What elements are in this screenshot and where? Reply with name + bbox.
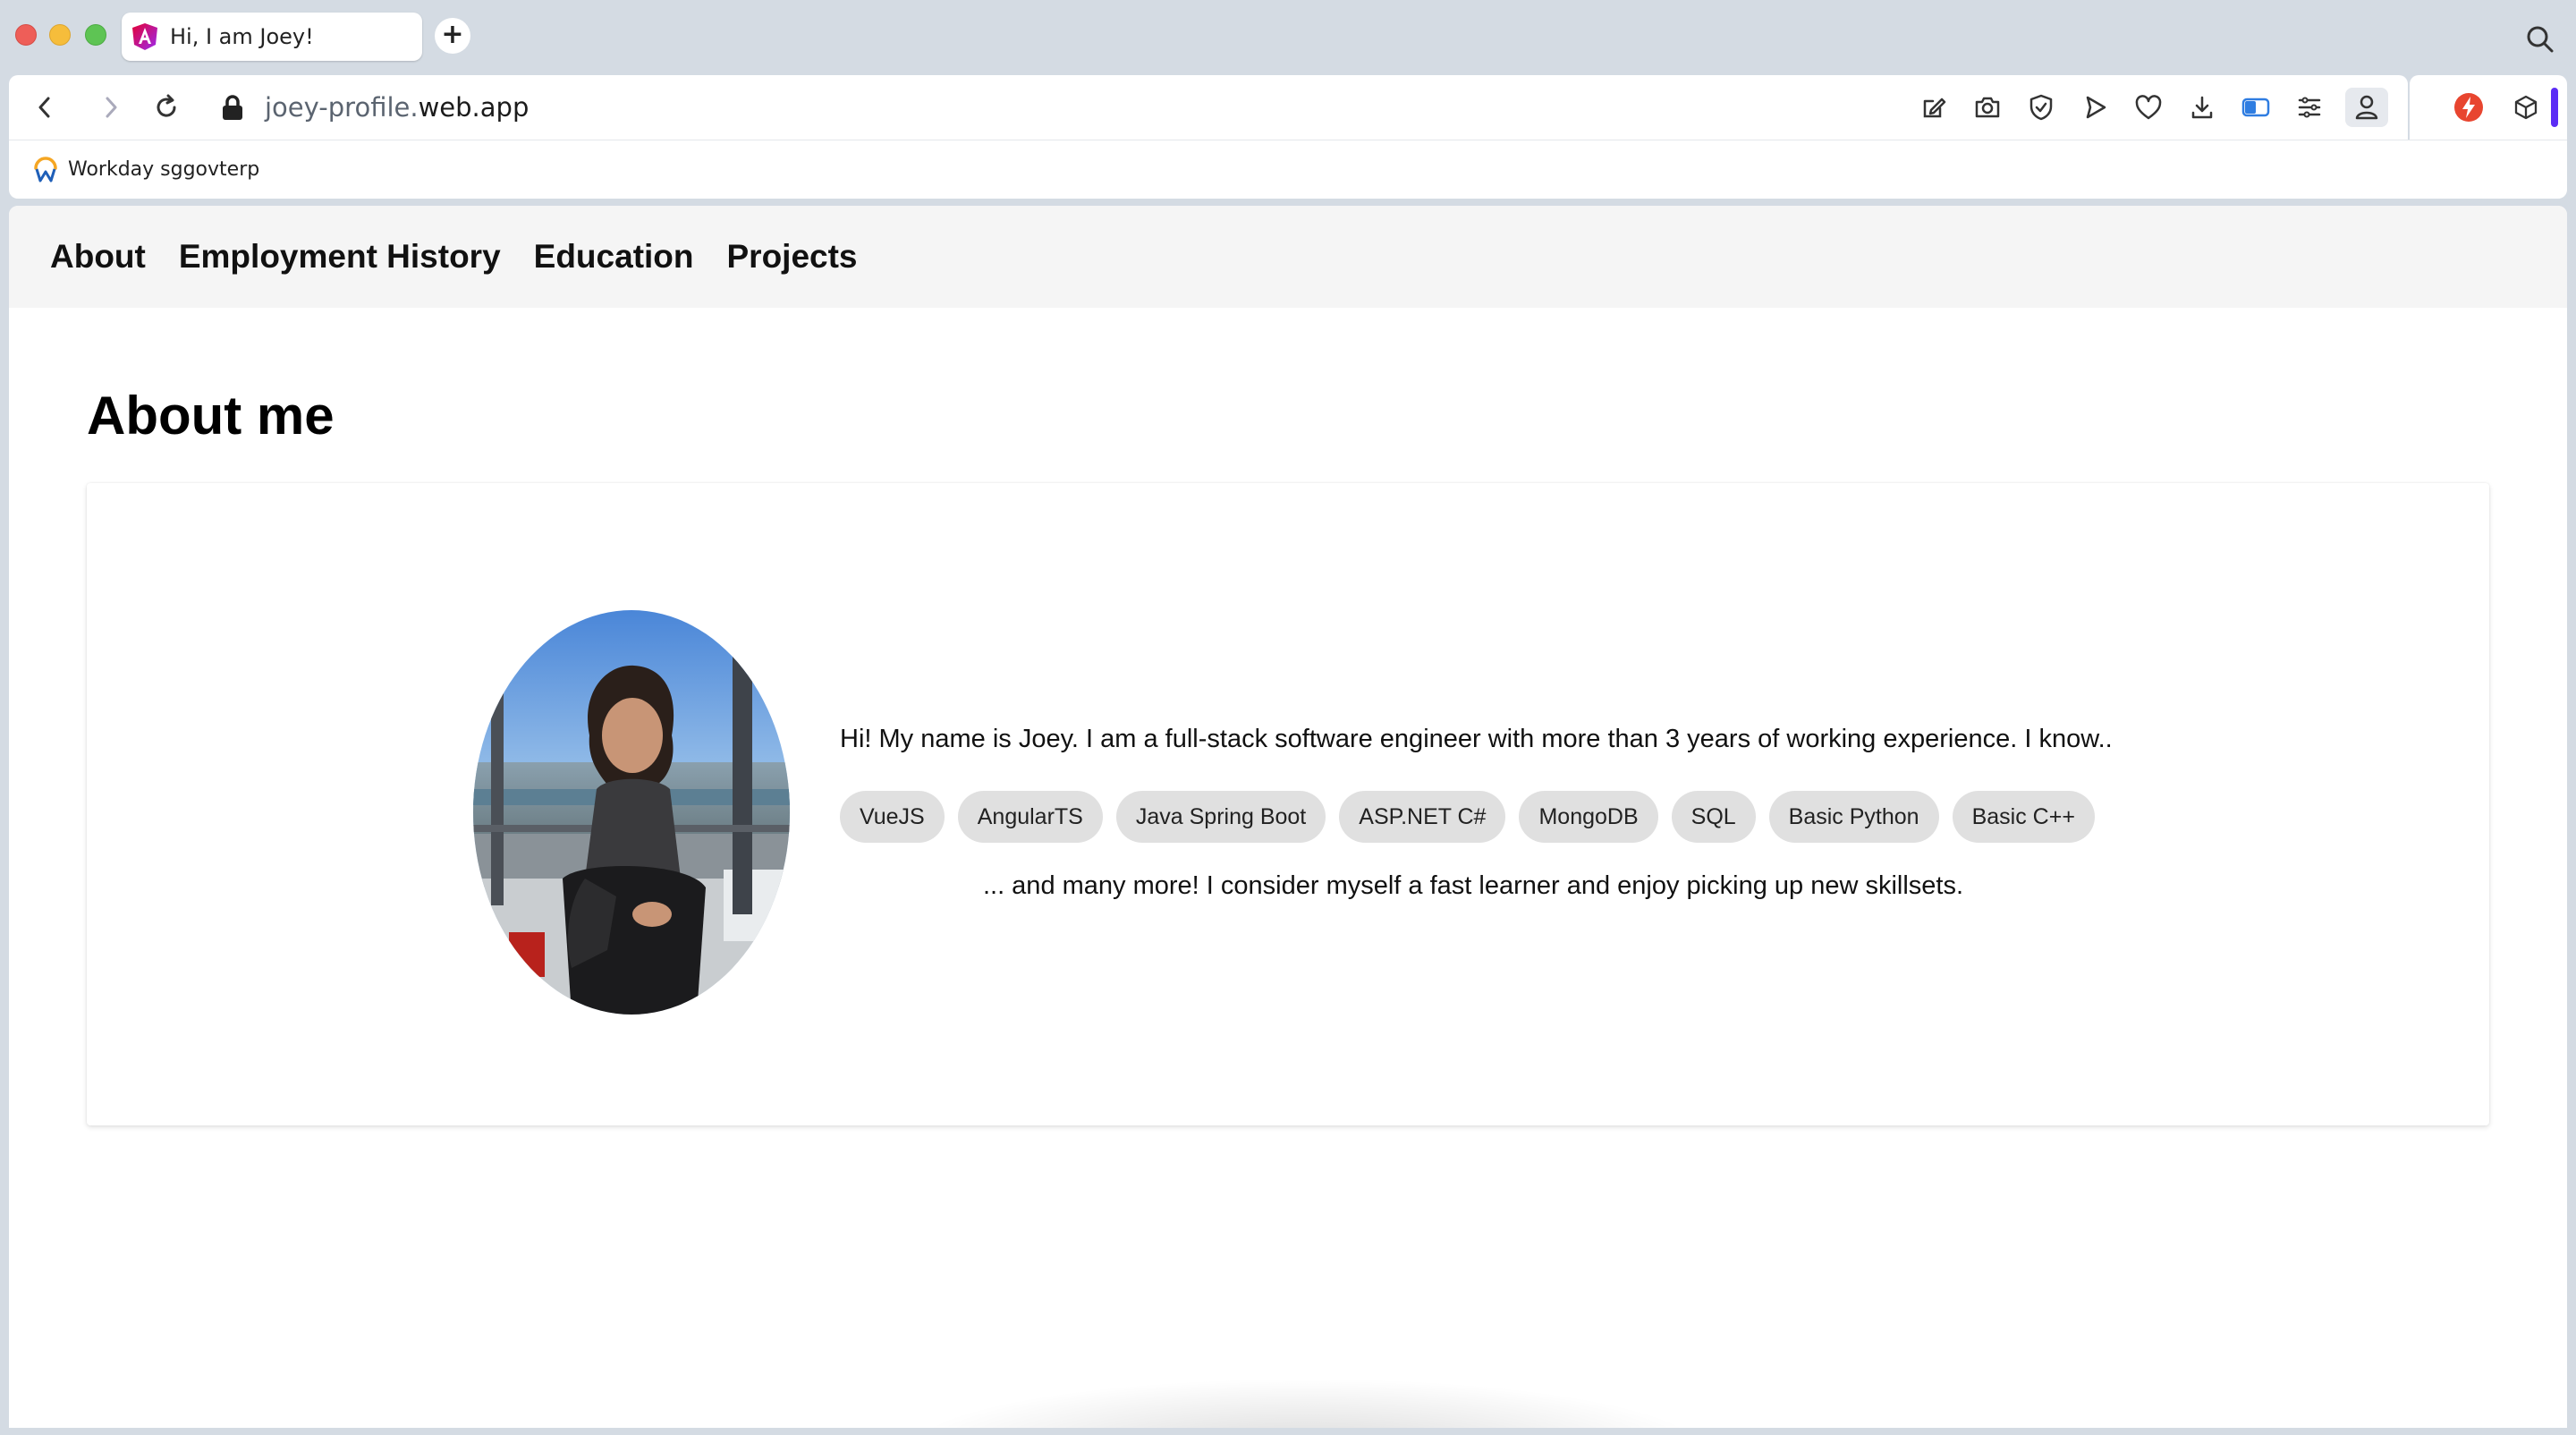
camera-icon[interactable] (1970, 89, 2005, 125)
skill-chip[interactable]: ASP.NET C# (1339, 791, 1506, 843)
heart-icon[interactable] (2131, 89, 2166, 125)
bookmarks-bar: Workday sggovterp (9, 140, 2567, 199)
url-subdomain: joey-profile. (265, 92, 419, 123)
forward-button[interactable] (95, 91, 127, 123)
about-card: Hi! My name is Joey. I am a full-stack s… (87, 483, 2489, 1125)
menu-icon[interactable] (2292, 89, 2327, 125)
skill-chip[interactable]: SQL (1671, 791, 1756, 843)
bookmark-workday[interactable]: Workday sggovterp (32, 156, 260, 183)
bookmark-label: Workday sggovterp (68, 158, 260, 181)
intro-text: Hi! My name is Joey. I am a full-stack s… (840, 725, 2113, 753)
chevron-right-icon (106, 97, 117, 118)
browser-titlebar: Hi, I am Joey! + (0, 0, 2576, 75)
extensions-toolbar (2410, 75, 2567, 140)
web-page: About Employment History Education Proje… (9, 206, 2567, 1428)
profile-icon[interactable] (2345, 88, 2388, 127)
chevron-left-icon (38, 97, 50, 118)
zoom-window-button[interactable] (85, 24, 106, 46)
new-tab-button[interactable]: + (435, 18, 470, 54)
skill-chip[interactable]: MongoDB (1519, 791, 1658, 843)
workday-icon (34, 156, 57, 182)
page-title: About me (87, 386, 335, 446)
back-button[interactable] (29, 91, 61, 123)
skill-chip[interactable]: Basic C++ (1952, 791, 2095, 843)
minimize-window-button[interactable] (49, 24, 71, 46)
close-window-button[interactable] (15, 24, 37, 46)
cube-icon[interactable] (2508, 89, 2544, 125)
skill-chip[interactable]: Java Spring Boot (1115, 791, 1326, 843)
skill-chip[interactable]: Basic Python (1768, 791, 1939, 843)
bottom-overlay-shadow (903, 1378, 1708, 1428)
nav-link-education[interactable]: Education (534, 238, 694, 276)
sidebar-handle[interactable] (2551, 88, 2558, 127)
shield-icon[interactable] (2023, 89, 2059, 125)
angular-icon (132, 23, 157, 50)
reload-button[interactable] (150, 91, 182, 123)
tab-title: Hi, I am Joey! (170, 24, 314, 49)
site-navbar: About Employment History Education Proje… (9, 206, 2567, 308)
extension-red-icon[interactable] (2451, 89, 2487, 125)
profile-photo (473, 610, 790, 1015)
toggle-icon[interactable] (2238, 89, 2274, 125)
nav-link-about[interactable]: About (50, 238, 146, 276)
outro-text: ... and many more! I consider myself a f… (982, 871, 1964, 900)
lock-icon (223, 95, 242, 120)
skills-chip-list: VueJS AngularTS Java Spring Boot ASP.NET… (840, 791, 2108, 843)
nav-link-employment-history[interactable]: Employment History (179, 238, 501, 276)
reload-icon (157, 94, 176, 117)
nav-link-projects[interactable]: Projects (727, 238, 858, 276)
search-icon[interactable] (2524, 23, 2556, 55)
play-icon[interactable] (2077, 89, 2113, 125)
url-domain: web.app (418, 92, 530, 123)
skill-chip[interactable]: AngularTS (957, 791, 1103, 843)
edit-icon[interactable] (1916, 89, 1952, 125)
address-bar[interactable]: joey-profile. web.app (220, 91, 529, 123)
browser-tab-active[interactable]: Hi, I am Joey! (122, 13, 422, 61)
browser-toolbar: joey-profile. web.app (9, 75, 2408, 140)
download-icon[interactable] (2184, 89, 2220, 125)
skill-chip[interactable]: VueJS (840, 791, 945, 843)
